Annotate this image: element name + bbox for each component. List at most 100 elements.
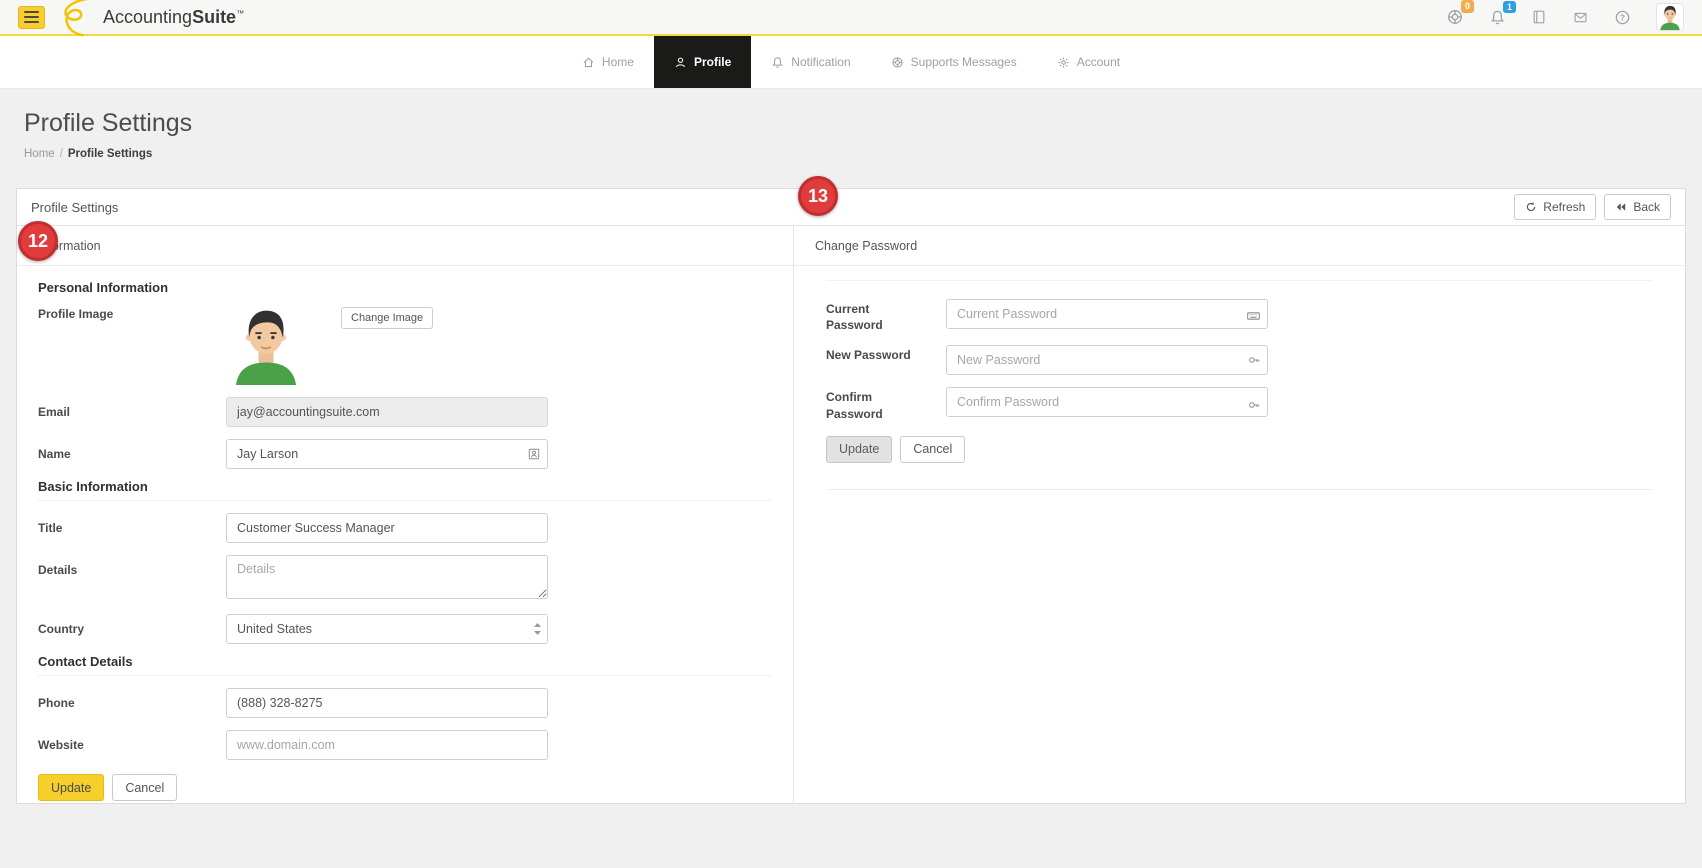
- help-button[interactable]: ?: [1614, 9, 1631, 26]
- details-label: Details: [38, 563, 78, 577]
- notifications-button[interactable]: 1: [1489, 0, 1516, 26]
- breadcrumb-home-link[interactable]: Home: [24, 148, 55, 160]
- change-password-section-title: Change Password: [794, 226, 1685, 266]
- information-section-title: Information: [17, 226, 793, 266]
- tab-notification[interactable]: Notification: [751, 36, 870, 88]
- support-icon: [892, 56, 903, 68]
- gear-icon: [1058, 56, 1069, 68]
- country-label: Country: [38, 622, 84, 636]
- back-icon: [1617, 203, 1626, 211]
- home-icon: [583, 57, 594, 67]
- current-password-field-wrap: [946, 299, 1268, 333]
- title-row: Title: [38, 513, 772, 543]
- phone-label: Phone: [38, 696, 75, 710]
- logo-trademark: ™: [236, 8, 245, 18]
- country-select[interactable]: United States: [226, 614, 548, 644]
- email-field-wrap: [226, 397, 548, 427]
- tab-home[interactable]: Home: [562, 36, 654, 88]
- email-row: Email: [38, 397, 772, 427]
- top-header-left: AccountingSuite™: [18, 0, 244, 38]
- top-header: AccountingSuite™ 0 1 ?: [0, 0, 1702, 38]
- user-avatar-image: [1657, 4, 1683, 30]
- tab-profile[interactable]: Profile: [653, 36, 752, 88]
- tab-notification-label: Notification: [791, 55, 851, 69]
- change-password-form: Current Password Current Password New Pa…: [794, 266, 1685, 490]
- email-label: Email: [38, 405, 71, 419]
- change-password-box: Current Password Current Password New Pa…: [826, 280, 1653, 490]
- confirm-password-label: Confirm Password: [826, 390, 883, 421]
- password-cancel-button[interactable]: Cancel: [900, 435, 966, 463]
- refresh-icon: [1527, 202, 1536, 212]
- panel-actions: Refresh Back: [1514, 194, 1671, 220]
- support-count-badge: 0: [1460, 0, 1474, 13]
- breadcrumb-current: Profile Settings: [67, 148, 153, 160]
- current-password-input[interactable]: [946, 299, 1268, 329]
- details-row: Details: [38, 555, 772, 604]
- personal-information-heading: Personal Information: [38, 280, 169, 295]
- name-row: Name: [38, 439, 772, 469]
- confirm-password-field-wrap: [946, 387, 1268, 421]
- person-icon: [676, 57, 685, 67]
- page-head: Profile Settings Home / Profile Settings: [0, 89, 1702, 188]
- top-header-right: 0 1 ?: [1446, 0, 1684, 31]
- password-update-button[interactable]: Update: [826, 435, 893, 463]
- refresh-button[interactable]: Refresh: [1514, 194, 1597, 220]
- logo-swoosh-icon: [64, 0, 89, 37]
- main-nav: Home Profile Notification Supports Messa…: [0, 36, 1702, 89]
- information-column: Information Personal Information Profile…: [17, 226, 794, 803]
- refresh-button-label: Refresh: [1543, 200, 1586, 214]
- main-content: Profile Settings Refresh Back Informatio…: [0, 188, 1702, 804]
- support-ring-button[interactable]: 0: [1446, 0, 1474, 26]
- new-password-field-wrap: [946, 345, 1268, 376]
- messages-button[interactable]: [1572, 10, 1589, 25]
- contact-details-heading: Contact Details: [38, 654, 772, 676]
- new-password-input[interactable]: [946, 345, 1268, 376]
- back-button-label: Back: [1633, 200, 1660, 214]
- title-label: Title: [38, 521, 63, 535]
- app-logo[interactable]: AccountingSuite™: [57, 0, 244, 38]
- profile-image-field: Change Image: [226, 305, 434, 385]
- envelope-icon: [1574, 12, 1587, 22]
- breadcrumb: Home / Profile Settings: [24, 148, 1678, 160]
- change-image-button[interactable]: Change Image: [341, 307, 434, 329]
- new-password-label: New Password: [826, 348, 911, 363]
- profile-update-button[interactable]: Update: [38, 774, 105, 801]
- tab-account-label: Account: [1076, 55, 1121, 69]
- annotation-badge-12: 12: [18, 221, 58, 261]
- divider: [826, 280, 1653, 281]
- phone-input[interactable]: [226, 688, 548, 718]
- bell-icon: [772, 56, 783, 68]
- tab-supports-messages-label: Supports Messages: [910, 55, 1017, 69]
- profile-cancel-button[interactable]: Cancel: [112, 774, 178, 801]
- phone-field-wrap: [226, 688, 548, 718]
- question-icon: ?: [1615, 10, 1630, 24]
- confirm-password-row: Confirm Password: [826, 387, 1653, 421]
- current-password-row: Current Password: [826, 299, 1653, 333]
- page-title: Profile Settings: [24, 109, 193, 137]
- name-input[interactable]: [226, 439, 548, 469]
- title-field-wrap: [226, 513, 548, 543]
- panel-title: Profile Settings: [31, 199, 119, 215]
- hamburger-menu-button[interactable]: [18, 5, 45, 29]
- profile-image: [226, 305, 306, 385]
- country-field-wrap: United States: [226, 614, 548, 644]
- website-row: Website: [38, 730, 772, 760]
- back-button[interactable]: Back: [1604, 194, 1671, 220]
- breadcrumb-separator: /: [59, 148, 63, 160]
- journal-button[interactable]: [1531, 9, 1547, 25]
- details-textarea[interactable]: [226, 555, 548, 599]
- name-label: Name: [38, 447, 71, 461]
- profile-image-label: Profile Image: [38, 307, 114, 321]
- tab-account[interactable]: Account: [1037, 36, 1140, 88]
- website-input[interactable]: [226, 730, 548, 760]
- tab-supports-messages[interactable]: Supports Messages: [871, 36, 1037, 88]
- profile-image-row: Profile Image Change Image: [38, 305, 772, 385]
- basic-information-heading: Basic Information: [38, 479, 772, 501]
- svg-text:?: ?: [1620, 12, 1625, 22]
- confirm-password-input[interactable]: [946, 387, 1268, 418]
- email-input[interactable]: [226, 397, 548, 427]
- panel-body: Information Personal Information Profile…: [17, 226, 1685, 803]
- profile-settings-panel: Profile Settings Refresh Back Informatio…: [16, 188, 1686, 804]
- title-input[interactable]: [226, 513, 548, 543]
- user-avatar[interactable]: [1656, 3, 1684, 31]
